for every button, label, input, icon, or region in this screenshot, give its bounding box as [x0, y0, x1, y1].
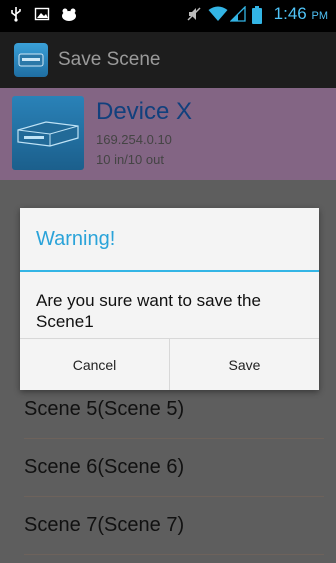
dialog-message: Are you sure want to save the Scene1	[36, 291, 261, 331]
list-item-label: Scene 7(Scene 7)	[24, 513, 185, 536]
warning-dialog: Warning! Are you sure want to save the S…	[20, 208, 319, 390]
dialog-title: Warning!	[20, 208, 319, 272]
list-item-label: Scene 6(Scene 6)	[24, 455, 185, 478]
device-ip: 169.254.0.10	[96, 132, 172, 147]
device-io: 10 in/10 out	[96, 152, 164, 167]
list-item-label: Scene 5(Scene 5)	[24, 397, 185, 420]
app-icon[interactable]	[14, 43, 48, 77]
clock: 1:46 PM	[273, 4, 328, 23]
battery-icon	[251, 6, 268, 24]
usb-icon	[8, 6, 24, 22]
list-item[interactable]: Scene 6(Scene 6)	[24, 438, 324, 497]
dialog-buttons: Cancel Save	[20, 338, 319, 390]
cancel-button[interactable]: Cancel	[20, 339, 169, 390]
wifi-icon	[208, 6, 228, 22]
signal-icon	[229, 5, 246, 22]
device-image	[12, 96, 84, 170]
save-button[interactable]: Save	[169, 339, 319, 390]
action-bar: Save Scene	[0, 32, 336, 88]
mute-icon	[186, 6, 202, 22]
device-name: Device X	[96, 98, 193, 125]
status-bar: 1:46 PM	[0, 0, 336, 32]
notification-icon	[60, 6, 76, 22]
device-header: Device X 169.254.0.10 10 in/10 out	[0, 88, 336, 180]
page-title: Save Scene	[58, 49, 161, 70]
list-item[interactable]: Scene 7(Scene 7)	[24, 496, 324, 555]
image-icon	[34, 6, 50, 22]
